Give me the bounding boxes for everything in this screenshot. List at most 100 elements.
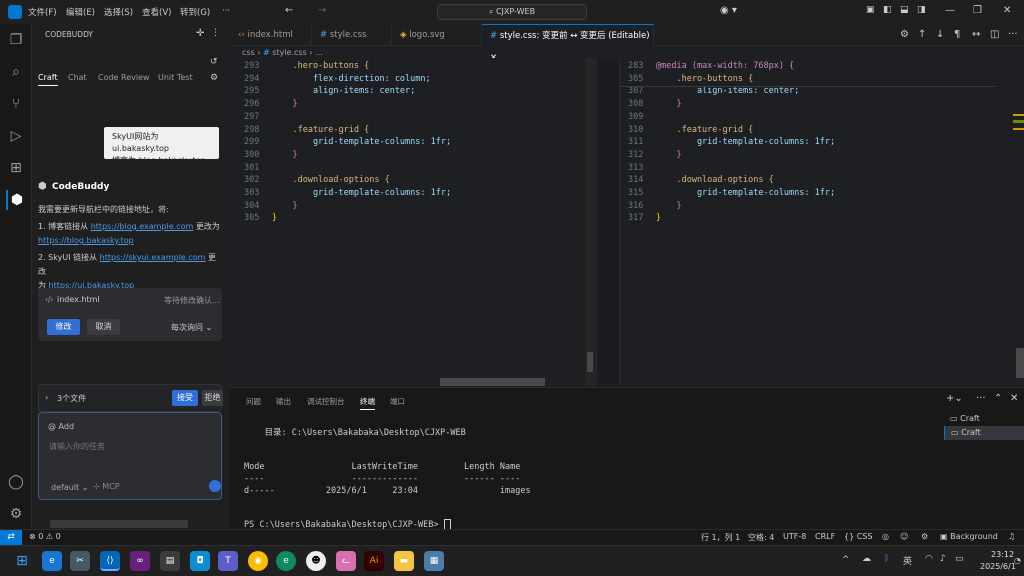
old-blog-link[interactable]: https://blog.example.com: [91, 222, 194, 231]
volume-icon[interactable]: ♪: [940, 554, 946, 564]
code-line[interactable]: }: [656, 99, 681, 109]
app-icon-blue[interactable]: ◘: [190, 551, 210, 571]
onedrive-icon[interactable]: ☁: [862, 554, 871, 564]
code-line[interactable]: .feature-grid {: [656, 125, 753, 135]
breadcrumb-file[interactable]: style.css: [272, 48, 306, 57]
panel-settings-icon[interactable]: ⚙: [210, 73, 218, 83]
panel-more-icon[interactable]: ···: [976, 393, 986, 404]
encoding[interactable]: UTF-8: [783, 532, 806, 541]
settings-gear-icon[interactable]: ⚙: [6, 504, 26, 524]
tab-craft[interactable]: Craft: [38, 73, 58, 86]
code-line[interactable]: align-items: center;: [656, 86, 799, 96]
menu-edit[interactable]: 编辑(E): [66, 6, 95, 18]
editor-more-icon[interactable]: ···: [1008, 29, 1018, 40]
new-terminal-icon[interactable]: +⌄: [946, 393, 963, 404]
visual-studio-icon[interactable]: ∞: [130, 551, 150, 571]
tab-chat[interactable]: Chat: [68, 73, 87, 82]
toggle-panel-icon[interactable]: ⬓: [900, 5, 909, 15]
menu-go[interactable]: 转到(G): [180, 6, 210, 18]
diff-editor[interactable]: 293 .hero-buttons {294 flex-direction: c…: [230, 58, 1024, 386]
extensions-icon[interactable]: ⊞: [6, 158, 26, 178]
tab-logo-svg[interactable]: ◈ logo.svg: [392, 24, 482, 46]
account-icon[interactable]: ◯: [6, 472, 26, 492]
code-line[interactable]: }: [656, 213, 661, 223]
vscode-taskbar-icon[interactable]: ⟨⟩: [100, 551, 120, 571]
confirm-file-name[interactable]: index.html: [57, 295, 100, 304]
new-blog-link[interactable]: https://blog.bakasky.top: [38, 236, 134, 245]
code-line[interactable]: .hero-buttons {: [656, 74, 753, 84]
accept-button[interactable]: 接受: [172, 390, 198, 406]
task-input-box[interactable]: @ Add 请输入你的任务 default ⌄ ⊹ MCP: [38, 412, 222, 500]
code-line[interactable]: }: [656, 150, 681, 160]
previous-change-icon[interactable]: ↑: [918, 29, 926, 40]
code-line[interactable]: align-items: center;: [272, 86, 415, 96]
tray-overflow-icon[interactable]: ^: [842, 555, 850, 565]
code-line[interactable]: .hero-buttons {: [272, 61, 369, 71]
new-chat-icon[interactable]: ✛: [196, 28, 204, 39]
code-line[interactable]: @media (max-width: 768px) {: [656, 61, 794, 71]
reject-button[interactable]: 拒绝: [202, 390, 223, 406]
code-line[interactable]: .download-options {: [656, 175, 773, 185]
whitespace-icon[interactable]: ¶: [954, 29, 960, 40]
left-scrollbar[interactable]: [585, 58, 595, 386]
menu-selection[interactable]: 选择(S): [104, 6, 133, 18]
ask-mode-select[interactable]: 每次询问 ⌄: [171, 322, 212, 333]
terminal-area[interactable]: 目录: C:\Users\Bakabaka\Desktop\CJXP-WEB M…: [230, 388, 944, 531]
remote-icon[interactable]: ⇄: [0, 530, 22, 546]
source-control-icon[interactable]: ⑂: [6, 94, 26, 114]
copilot-icon[interactable]: ◉ ▾: [720, 5, 737, 16]
background-status[interactable]: ▣ Background: [940, 532, 998, 541]
clock-time[interactable]: 23:12: [991, 550, 1014, 559]
calculator-icon[interactable]: ▦: [424, 551, 444, 571]
breadcrumb-more[interactable]: ...: [315, 48, 323, 57]
codebuddy-icon[interactable]: ⬢: [6, 190, 26, 210]
explorer-icon[interactable]: ❐: [6, 30, 26, 50]
chevron-right-icon[interactable]: ›: [45, 393, 48, 402]
send-stop-button[interactable]: [209, 480, 221, 492]
chrome-icon[interactable]: ◉: [248, 551, 268, 571]
layout-icon[interactable]: ▣: [866, 5, 875, 15]
tab-style-css-diff[interactable]: # style.css: 变更前 ↔ 变更后 (Editable) ✕: [482, 24, 654, 63]
menu-view[interactable]: 查看(V): [142, 6, 171, 18]
edit-button[interactable]: 修改: [47, 319, 80, 335]
split-editor-icon[interactable]: ◫: [990, 29, 999, 40]
terminal-item-craft-2[interactable]: ▭ Craft: [944, 426, 1024, 440]
snipping-tool-icon[interactable]: ✂: [70, 551, 90, 571]
status-settings-icon[interactable]: ⚙: [921, 532, 928, 541]
inline-view-icon[interactable]: ↔: [972, 29, 980, 40]
minimize-icon[interactable]: —: [945, 5, 955, 16]
tab-index-html[interactable]: ‹› index.html: [230, 24, 312, 46]
minimap-changes[interactable]: [1007, 108, 1024, 138]
restore-icon[interactable]: ❐: [973, 5, 982, 16]
code-line[interactable]: grid-template-columns: 1fr;: [656, 137, 835, 147]
code-line[interactable]: grid-template-columns: 1fr;: [656, 188, 835, 198]
add-context-button[interactable]: @ Add: [48, 422, 74, 431]
search-icon[interactable]: ⌕: [6, 62, 26, 82]
code-line[interactable]: .feature-grid {: [272, 125, 369, 135]
edge-icon[interactable]: e: [276, 551, 296, 571]
bluetooth-icon[interactable]: ᛒ: [884, 554, 889, 564]
tab-code-review[interactable]: Code Review: [98, 73, 150, 82]
windows-start-icon[interactable]: ⊞: [12, 551, 32, 571]
code-line[interactable]: }: [272, 150, 297, 160]
code-line[interactable]: grid-template-columns: 1fr;: [272, 188, 451, 198]
old-skyui-link[interactable]: https://skyui.example.com: [100, 253, 206, 262]
history-icon[interactable]: ↺: [210, 57, 218, 67]
side-horizontal-scrollbar[interactable]: [50, 520, 188, 528]
close-panel-icon[interactable]: ✕: [1010, 393, 1018, 404]
menu-file[interactable]: 文件(F): [28, 6, 57, 18]
codebuddy-status-icon[interactable]: ☺: [900, 532, 908, 541]
file-explorer-icon[interactable]: ▬: [394, 551, 414, 571]
wifi-icon[interactable]: ◠: [925, 554, 933, 564]
line-ending[interactable]: CRLF: [815, 532, 835, 541]
code-line[interactable]: grid-template-columns: 1fr;: [272, 137, 451, 147]
code-line[interactable]: }: [272, 99, 297, 109]
diff-settings-icon[interactable]: ⚙: [900, 29, 909, 40]
right-scrollbar-thumb[interactable]: [1016, 348, 1024, 378]
breadcrumb-folder[interactable]: css: [242, 48, 255, 57]
next-change-icon[interactable]: ↓: [936, 29, 944, 40]
cat-app-icon[interactable]: ᓚ: [336, 551, 356, 571]
tab-style-css[interactable]: # style.css: [312, 24, 392, 46]
code-line[interactable]: flex-direction: column;: [272, 74, 431, 84]
problems-status[interactable]: ⊗ 0 ⚠ 0: [29, 532, 61, 541]
